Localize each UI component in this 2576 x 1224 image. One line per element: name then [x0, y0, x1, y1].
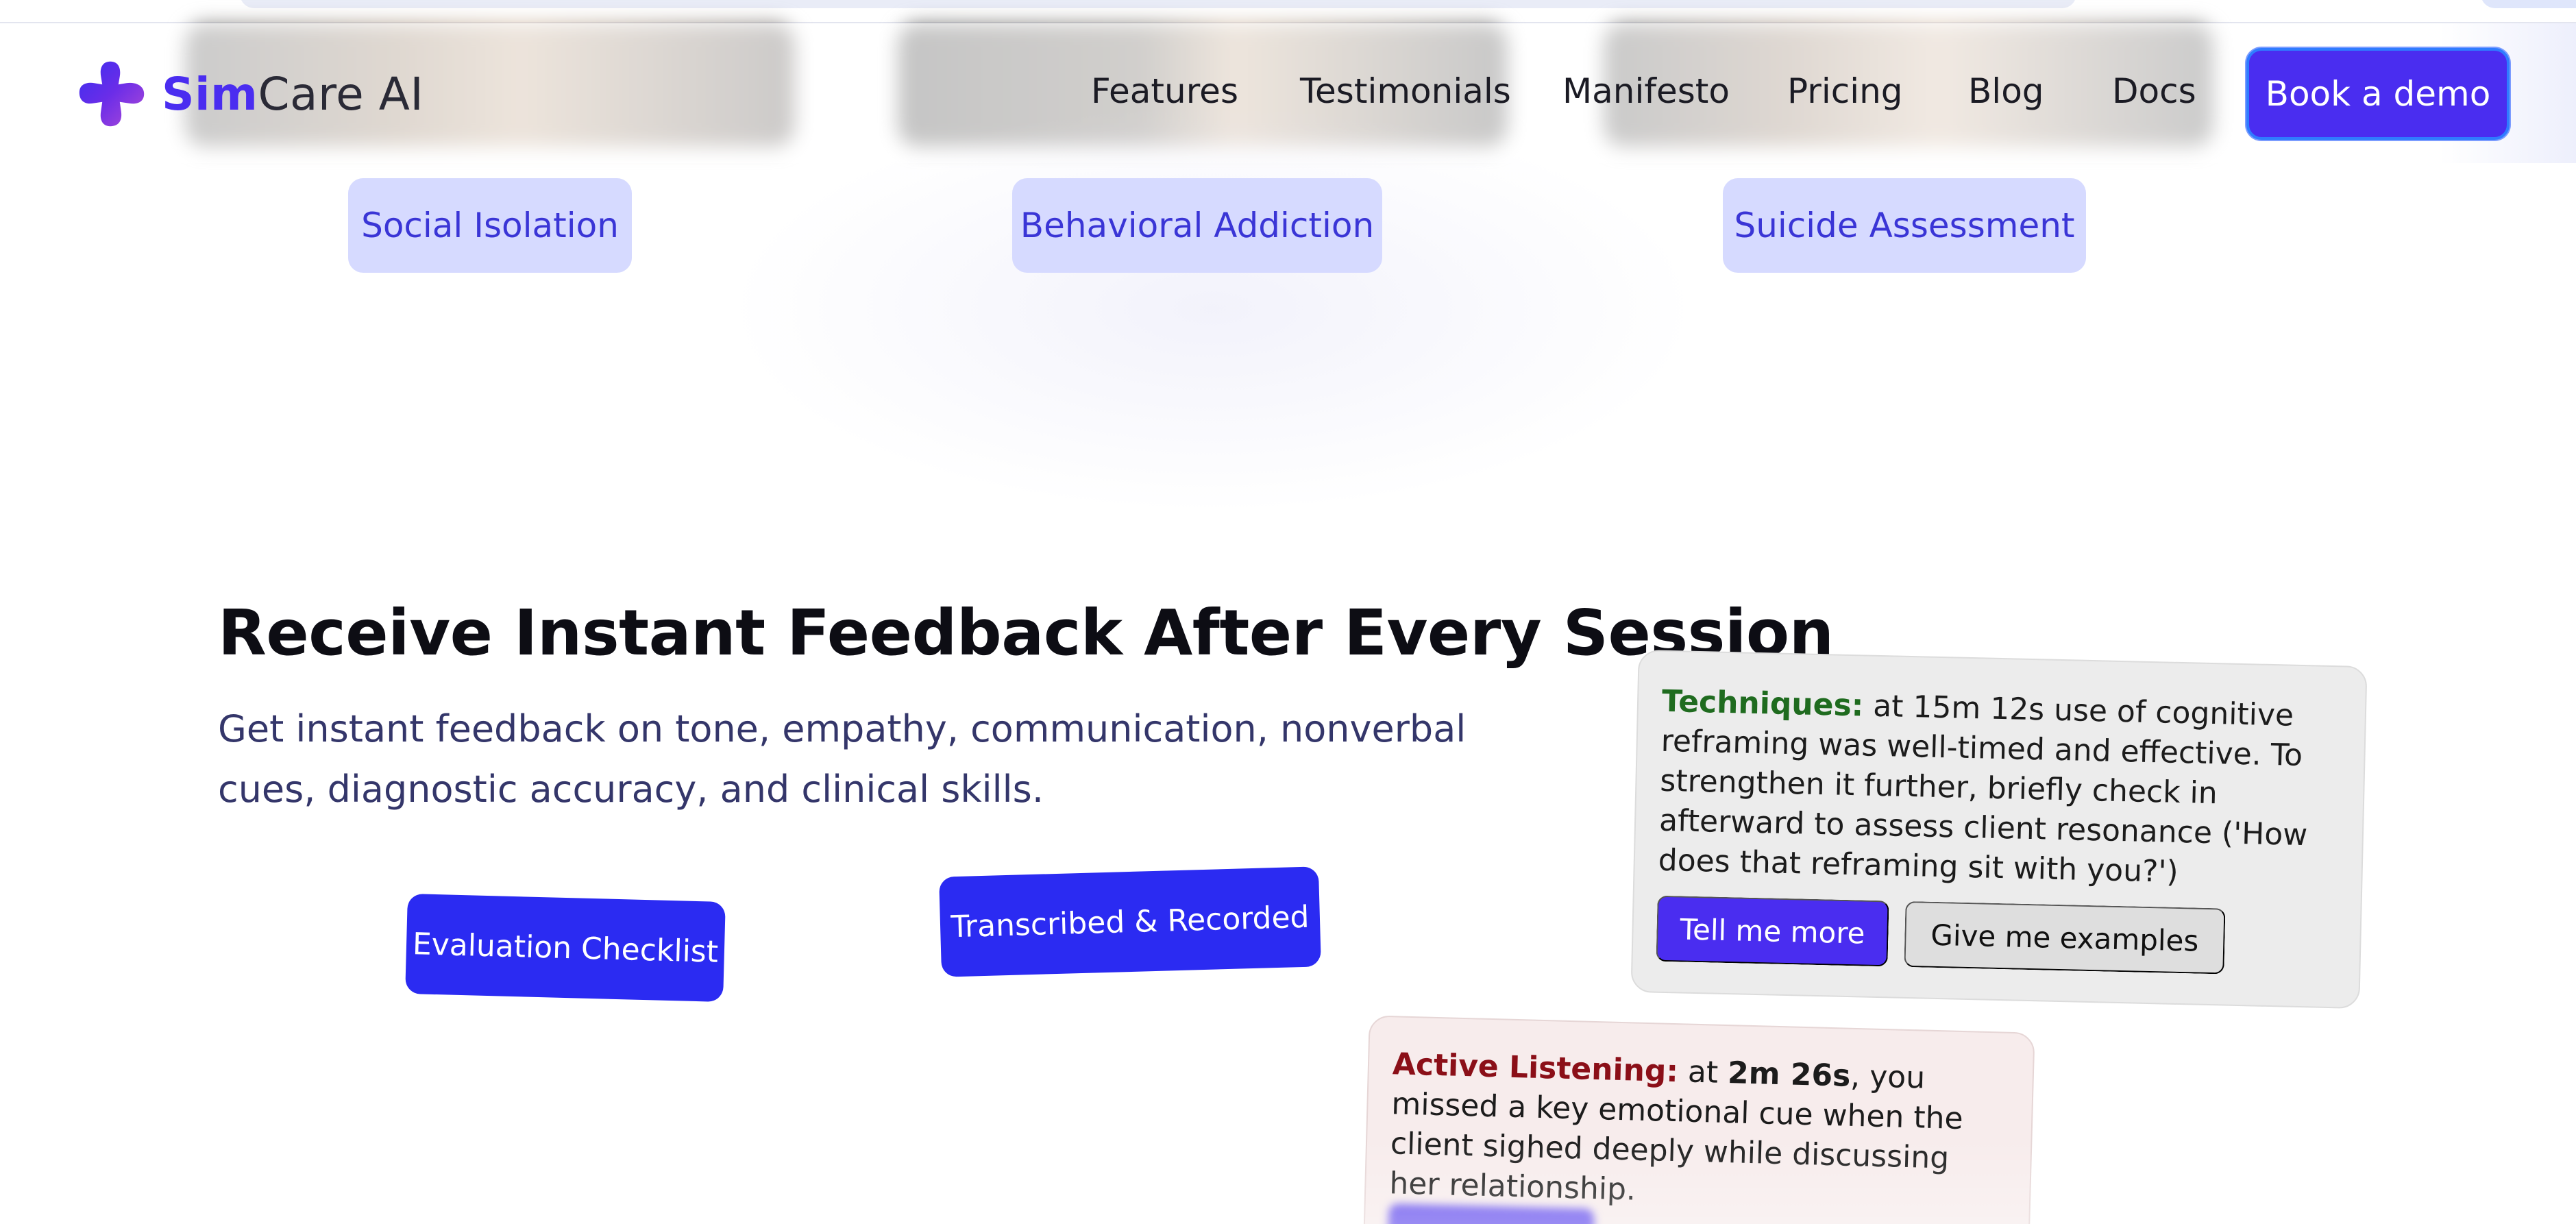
top-right-pill: [2481, 0, 2576, 8]
top-strip: [0, 0, 2576, 23]
simcare-logo-icon: [79, 61, 145, 127]
background-glow: [726, 103, 1700, 514]
bottom-fade: [1343, 1138, 2070, 1224]
nav-blog[interactable]: Blog: [1968, 71, 2044, 111]
nav-pricing[interactable]: Pricing: [1787, 71, 1903, 111]
tell-me-more-button[interactable]: Tell me more: [1656, 895, 1889, 967]
nav-testimonials[interactable]: Testimonials: [1300, 71, 1511, 111]
topic-chip-social-isolation[interactable]: Social Isolation: [348, 178, 632, 273]
nav-manifesto[interactable]: Manifesto: [1562, 71, 1730, 111]
give-me-examples-button[interactable]: Give me examples: [1904, 901, 2226, 975]
active-listening-time: 2m 26s: [1727, 1055, 1851, 1094]
techniques-card-text: Techniques: at 15m 12s use of cognitive …: [1658, 682, 2342, 896]
topic-chip-behavioral-addiction[interactable]: Behavioral Addiction: [1012, 178, 1382, 273]
address-bar: [240, 0, 2076, 8]
logo-text: SimCare AI: [162, 68, 424, 121]
techniques-card-actions: Tell me more Give me examples: [1656, 895, 2226, 975]
feedback-headline: Receive Instant Feedback After Every Ses…: [218, 596, 1834, 670]
feedback-subtitle: Get instant feedback on tone, empathy, c…: [218, 707, 1467, 811]
logo-prefix: Sim: [162, 67, 258, 121]
active-listening-label: Active Listening:: [1392, 1046, 1679, 1090]
transcribed-recorded-pill: Transcribed & Recorded: [939, 866, 1321, 977]
techniques-feedback-card: Techniques: at 15m 12s use of cognitive …: [1630, 649, 2368, 1009]
page: SimCare AI Features Testimonials Manifes…: [0, 0, 2576, 1224]
topic-chip-suicide-assessment[interactable]: Suicide Assessment: [1723, 178, 2086, 273]
logo[interactable]: SimCare AI: [71, 53, 424, 134]
techniques-label: Techniques:: [1661, 683, 1864, 724]
evaluation-checklist-pill: Evaluation Checklist: [405, 893, 726, 1003]
book-demo-button[interactable]: Book a demo: [2246, 48, 2510, 140]
active-listening-pre: at: [1678, 1054, 1728, 1091]
logo-rest: Care AI: [258, 67, 424, 121]
nav-docs[interactable]: Docs: [2112, 71, 2196, 111]
